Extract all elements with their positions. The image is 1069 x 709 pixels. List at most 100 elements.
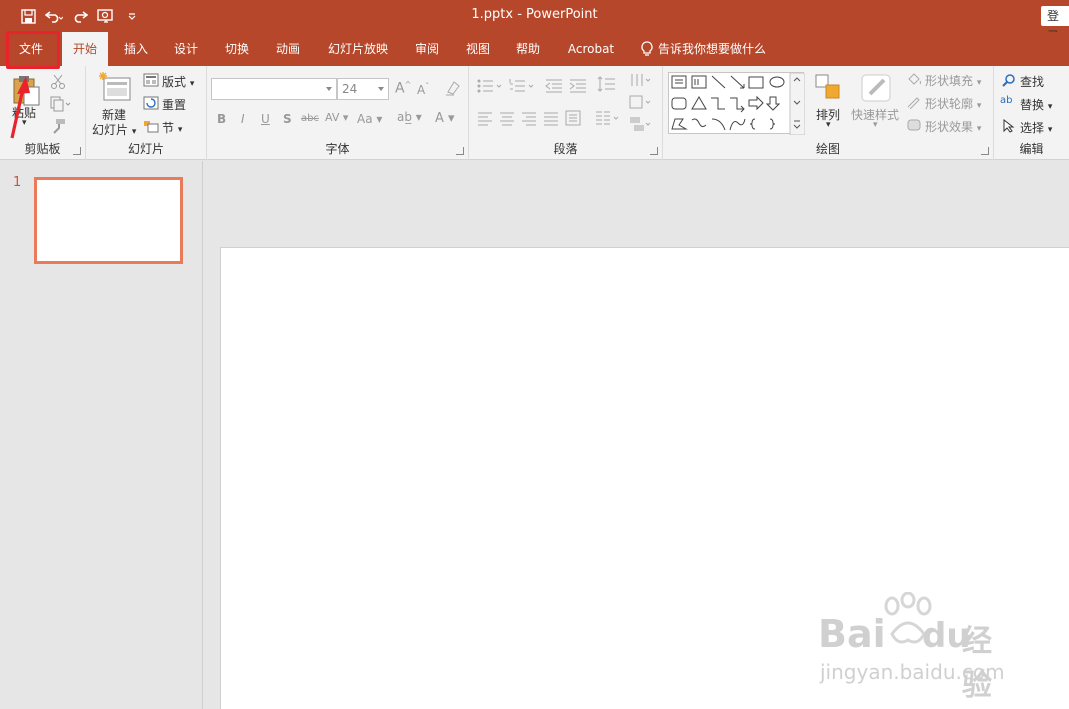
watermark-brand: Bai	[818, 612, 886, 656]
tab-help[interactable]: 帮助	[506, 32, 550, 66]
select-cursor-icon[interactable]	[1002, 119, 1016, 133]
shapes-gallery-icons	[671, 72, 806, 136]
shape-outline-label: 形状轮廓	[925, 97, 974, 111]
shape-outline-icon[interactable]	[906, 95, 922, 109]
tab-review[interactable]: 审阅	[405, 32, 449, 66]
bullets-icon[interactable]	[477, 78, 503, 94]
smartart-icon[interactable]	[629, 116, 651, 132]
tab-animations[interactable]: 动画	[266, 32, 310, 66]
ribbon-home: 粘贴 ▾ 剪贴板 新建 幻灯片 ▾ 版式 ▾ 重置 节 ▾ 幻灯片 24 A^	[0, 66, 1069, 160]
tab-slideshow[interactable]: 幻灯片放映	[318, 32, 398, 66]
change-case-icon[interactable]: Aa ▾	[357, 112, 382, 126]
bold-icon[interactable]: B	[217, 112, 226, 126]
character-spacing-icon[interactable]: AV ▾	[325, 111, 348, 124]
group-slides: 新建 幻灯片 ▾ 版式 ▾ 重置 节 ▾ 幻灯片	[86, 66, 207, 160]
paragraph-group-label: 段落	[553, 142, 578, 156]
underline-icon[interactable]: U	[261, 112, 270, 126]
quick-styles-dropdown[interactable]: ▾	[873, 120, 878, 130]
search-icon[interactable]	[1002, 73, 1016, 87]
section-button[interactable]: 节 ▾	[162, 119, 182, 136]
new-slide-icon[interactable]	[98, 72, 132, 102]
shape-fill-button[interactable]: 形状填充 ▾	[925, 72, 981, 89]
powerpoint-window: 1.pptx - PowerPoint 登录 文件 开始 插入 设计 切换 动画…	[0, 0, 1069, 709]
italic-icon[interactable]: I	[241, 112, 245, 126]
align-right-icon[interactable]	[521, 112, 537, 126]
arrange-dropdown[interactable]: ▾	[826, 120, 831, 130]
increase-font-icon[interactable]: A^	[395, 80, 411, 97]
tab-transitions[interactable]: 切换	[215, 32, 259, 66]
strikethrough-icon[interactable]: abc	[301, 113, 319, 124]
slides-group-label: 幻灯片	[127, 142, 164, 156]
font-size-value: 24	[342, 82, 358, 96]
lightbulb-icon	[641, 41, 653, 56]
group-paragraph: 段落	[469, 66, 663, 160]
ribbon-tabs: 文件 开始 插入 设计 切换 动画 幻灯片放映 审阅 视图 帮助 Acrobat…	[0, 32, 1069, 66]
align-left-icon[interactable]	[477, 112, 493, 126]
distributed-icon[interactable]	[565, 110, 581, 126]
font-launcher[interactable]	[456, 147, 464, 155]
increase-indent-icon[interactable]	[569, 78, 587, 94]
watermark-url: jingyan.baidu.com	[820, 660, 1005, 684]
justify-icon[interactable]	[543, 112, 559, 126]
quick-styles-icon[interactable]	[860, 72, 894, 104]
select-label: 选择	[1020, 121, 1045, 135]
font-name-combobox[interactable]	[211, 78, 337, 100]
chevron-down-icon	[326, 87, 332, 91]
shape-effects-button[interactable]: 形状效果 ▾	[925, 118, 981, 135]
layout-icon[interactable]	[143, 73, 159, 87]
shadow-icon[interactable]: S	[283, 112, 292, 126]
shape-fill-label: 形状填充	[925, 74, 974, 88]
drawing-launcher[interactable]	[981, 147, 989, 155]
group-font: 24 A^ Aˇ B I U S abc AV ▾ Aa ▾ ab̲ ▾ A ▾…	[207, 66, 469, 160]
drawing-group-label: 绘图	[815, 142, 840, 156]
reset-icon[interactable]	[143, 96, 159, 110]
decrease-font-icon[interactable]: Aˇ	[417, 82, 429, 97]
replace-icon[interactable]: ab	[1000, 95, 1012, 106]
tell-me-text: 告诉我你想要做什么	[658, 42, 767, 56]
paragraph-launcher[interactable]	[650, 147, 658, 155]
font-group-label: 字体	[325, 142, 350, 156]
replace-label: 替换	[1020, 98, 1045, 112]
align-text-icon[interactable]	[629, 94, 651, 110]
login-button[interactable]: 登录	[1041, 6, 1069, 43]
tell-me-search[interactable]: 告诉我你想要做什么	[640, 32, 766, 66]
slide-thumbnail-pane: 1	[0, 161, 203, 709]
arrange-icon[interactable]	[813, 72, 843, 102]
slide-number: 1	[13, 175, 22, 190]
font-color-icon[interactable]: A ▾	[435, 111, 455, 126]
new-slide-text: 幻灯片	[92, 123, 129, 137]
tab-insert[interactable]: 插入	[114, 32, 158, 66]
shape-fill-icon[interactable]	[906, 72, 922, 86]
line-spacing-icon[interactable]	[597, 76, 623, 94]
align-center-icon[interactable]	[499, 112, 515, 126]
tab-acrobat[interactable]: Acrobat	[557, 32, 625, 66]
select-button[interactable]: 选择 ▾	[1020, 119, 1052, 136]
tab-design[interactable]: 设计	[164, 32, 208, 66]
shapes-gallery[interactable]	[668, 72, 806, 136]
numbering-icon[interactable]	[509, 78, 535, 94]
text-direction-icon[interactable]	[629, 72, 651, 90]
shape-effects-icon[interactable]	[906, 118, 922, 132]
layout-button[interactable]: 版式 ▾	[162, 73, 194, 90]
find-button[interactable]: 查找	[1020, 73, 1044, 90]
decrease-indent-icon[interactable]	[545, 78, 563, 94]
font-size-combobox[interactable]: 24	[337, 78, 389, 100]
highlight-icon[interactable]: ab̲ ▾	[397, 110, 422, 124]
group-drawing: 排列 ▾ 快速样式 ▾ 形状填充 ▾ 形状轮廓 ▾ 形状效果 ▾ 绘图	[663, 66, 994, 160]
new-slide-label-2[interactable]: 幻灯片 ▾	[92, 121, 136, 138]
slide-thumbnail[interactable]	[34, 177, 183, 264]
title-bar: 1.pptx - PowerPoint 登录	[0, 0, 1069, 43]
document-title: 1.pptx - PowerPoint	[471, 7, 598, 22]
section-icon[interactable]	[143, 119, 159, 133]
reset-label[interactable]: 重置	[162, 96, 186, 113]
group-editing: 查找 ab 替换 ▾ 选择 ▾ 编辑	[994, 66, 1069, 160]
clear-formatting-icon[interactable]	[445, 80, 461, 96]
layout-label: 版式	[162, 75, 187, 89]
tab-view[interactable]: 视图	[456, 32, 500, 66]
editing-group-label: 编辑	[1019, 142, 1044, 156]
columns-icon[interactable]	[595, 111, 621, 125]
shape-effects-label: 形状效果	[925, 120, 974, 134]
replace-button[interactable]: 替换 ▾	[1020, 96, 1052, 113]
shape-outline-button[interactable]: 形状轮廓 ▾	[925, 95, 981, 112]
red-arrow-icon	[10, 76, 30, 139]
